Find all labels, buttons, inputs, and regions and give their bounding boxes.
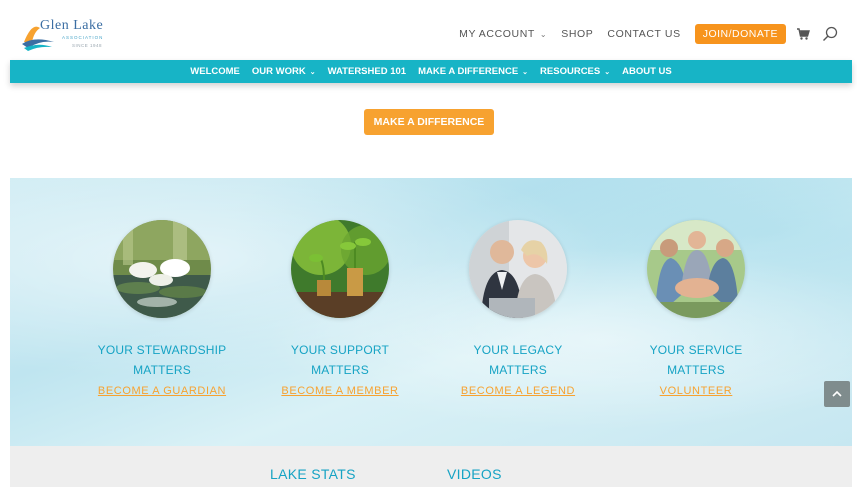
main-nav-welcome[interactable]: WELCOME	[190, 66, 240, 77]
scroll-to-top-button[interactable]	[824, 381, 850, 407]
main-nav-welcome-label: WELCOME	[190, 66, 240, 77]
card-title-line1: YOUR SUPPORT	[290, 343, 390, 357]
become-a-member-link[interactable]: BECOME A MEMBER	[255, 385, 425, 397]
card-support: YOUR SUPPORT MATTERS BECOME A MEMBER	[255, 178, 425, 446]
chevron-up-icon	[832, 390, 842, 397]
nav-contact-us[interactable]: CONTACT US	[607, 28, 680, 40]
join-donate-button[interactable]: JOIN/DONATE	[694, 24, 786, 44]
main-nav-about-us[interactable]: ABOUT US	[622, 66, 672, 77]
main-nav-resources-label: RESOURCES	[540, 66, 601, 77]
main-nav-our-work-label: OUR WORK	[251, 66, 306, 77]
nav-contact-us-label: CONTACT US	[607, 28, 681, 40]
card-title-line2: MATTERS	[311, 363, 369, 377]
card-title-line1: YOUR STEWARDSHIP	[97, 343, 227, 357]
top-nav: MY ACCOUNT ⌄ SHOP CONTACT US JOIN/DONATE	[445, 21, 838, 47]
card-legacy: YOUR LEGACY MATTERS BECOME A LEGEND	[433, 178, 603, 446]
card-stewardship: YOUR STEWARDSHIP MATTERS BECOME A GUARDI…	[77, 178, 247, 446]
card-title: YOUR STEWARDSHIP MATTERS	[77, 340, 247, 380]
card-title: YOUR SUPPORT MATTERS	[255, 340, 425, 380]
search-icon[interactable]	[822, 26, 838, 42]
main-nav-watershed[interactable]: WATERSHED 101	[328, 66, 406, 77]
nav-shop[interactable]: SHOP	[561, 28, 593, 40]
card-title-line2: MATTERS	[489, 363, 547, 377]
chevron-down-icon: ⌄	[604, 68, 611, 76]
water-lilies-image	[113, 220, 211, 318]
logo-subtitle: ASSOCIATION	[62, 35, 104, 40]
main-nav-about-us-label: ABOUT US	[622, 66, 672, 77]
site-logo[interactable]: Glen Lake ASSOCIATION SINCE 1948	[20, 12, 120, 56]
card-title: YOUR SERVICE MATTERS	[611, 340, 781, 380]
volunteer-link[interactable]: VOLUNTEER	[611, 385, 781, 397]
hands-together-image	[647, 220, 745, 318]
main-nav-watershed-label: WATERSHED 101	[327, 66, 407, 77]
main-nav-resources[interactable]: RESOURCES ⌄	[540, 66, 610, 77]
nav-my-account-label: MY ACCOUNT	[459, 28, 535, 40]
logo-since: SINCE 1948	[72, 43, 103, 48]
main-nav-make-a-difference-label: MAKE A DIFFERENCE	[418, 66, 519, 77]
main-nav-make-a-difference[interactable]: MAKE A DIFFERENCE ⌄	[418, 66, 528, 77]
chevron-down-icon: ⌄	[309, 68, 316, 76]
card-title-line1: YOUR LEGACY	[473, 343, 563, 357]
card-title-line1: YOUR SERVICE	[649, 343, 743, 357]
site-header: Glen Lake ASSOCIATION SINCE 1948 MY ACCO…	[10, 8, 852, 60]
card-service: YOUR SERVICE MATTERS VOLUNTEER	[611, 178, 781, 446]
make-a-difference-button[interactable]: MAKE A DIFFERENCE	[364, 109, 494, 135]
chevron-down-icon: ⌄	[539, 29, 548, 39]
videos-link[interactable]: VIDEOS	[447, 466, 502, 482]
card-title-line2: MATTERS	[667, 363, 725, 377]
couple-laptop-image	[469, 220, 567, 318]
lake-stats-link[interactable]: LAKE STATS	[270, 466, 356, 482]
chevron-down-icon: ⌄	[522, 68, 529, 76]
card-title-line2: MATTERS	[133, 363, 191, 377]
nav-my-account[interactable]: MY ACCOUNT ⌄	[459, 28, 547, 40]
main-nav-our-work[interactable]: OUR WORK ⌄	[252, 66, 316, 77]
footer-links-band: LAKE STATS VIDEOS	[10, 446, 852, 487]
main-nav: WELCOME OUR WORK ⌄ WATERSHED 101 MAKE A …	[10, 60, 852, 83]
card-title: YOUR LEGACY MATTERS	[433, 340, 603, 380]
coin-sprouts-image	[291, 220, 389, 318]
logo-name: Glen Lake	[40, 18, 104, 33]
cart-icon[interactable]	[796, 27, 810, 41]
become-a-guardian-link[interactable]: BECOME A GUARDIAN	[77, 385, 247, 397]
matters-panel: YOUR STEWARDSHIP MATTERS BECOME A GUARDI…	[10, 178, 852, 446]
nav-shop-label: SHOP	[561, 28, 594, 40]
become-a-legend-link[interactable]: BECOME A LEGEND	[433, 385, 603, 397]
